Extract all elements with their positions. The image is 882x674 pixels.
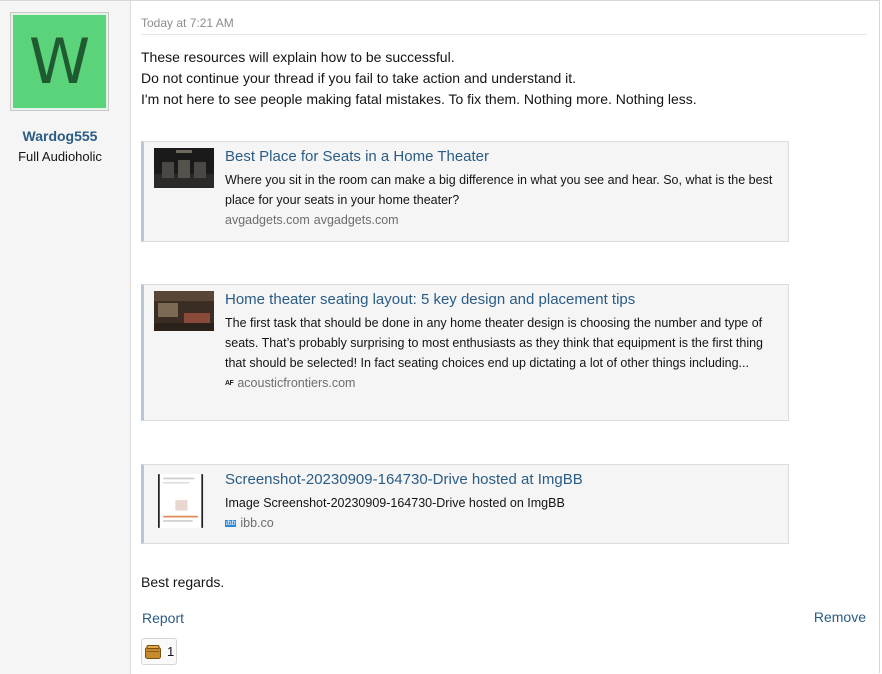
avatar[interactable]: W [11, 13, 108, 110]
card-site-name: acousticfrontiers.com [237, 376, 356, 390]
username-link[interactable]: Wardog555 [0, 128, 120, 144]
imgbb-favicon-icon: ibb [225, 519, 237, 527]
report-link[interactable]: Report [142, 610, 184, 626]
card-site: ibb ibb.co [225, 516, 778, 530]
link-preview-card[interactable]: Screenshot-20230909-164730-Drive hosted … [141, 464, 789, 544]
post-closing: Best regards. [141, 574, 225, 590]
card-content: Home theater seating layout: 5 key desig… [225, 289, 778, 390]
reaction-summary[interactable]: 1 [141, 638, 177, 665]
card-description: Image Screenshot-20230909-164730-Drive h… [225, 496, 565, 510]
link-preview-card[interactable]: Home theater seating layout: 5 key desig… [141, 284, 789, 421]
post-line: I'm not here to see people making fatal … [141, 91, 697, 107]
card-thumbnail [154, 148, 214, 188]
forum-post: W Wardog555 Full Audioholic Today at 7:2… [0, 0, 880, 674]
card-content: Best Place for Seats in a Home Theater W… [225, 146, 778, 227]
reaction-icon [145, 644, 161, 659]
post-body: These resources will explain how to be s… [141, 47, 861, 110]
broken-image-icon: avgadgets.com [225, 213, 310, 227]
link-preview-card[interactable]: Best Place for Seats in a Home Theater W… [141, 141, 789, 242]
avatar-letter: W [28, 25, 91, 98]
post-main: Today at 7:21 AM These resources will ex… [131, 1, 879, 674]
card-thumbnail [158, 474, 204, 528]
post-header: Today at 7:21 AM [141, 14, 867, 35]
card-site: AF acousticfrontiers.com [225, 376, 778, 390]
post-timestamp[interactable]: Today at 7:21 AM [141, 16, 234, 30]
card-site-name: ibb.co [240, 516, 274, 530]
card-description: Where you sit in the room can make a big… [225, 173, 773, 207]
card-site-name: avgadgets.com [313, 213, 399, 227]
reaction-count: 1 [167, 644, 175, 659]
card-title-link[interactable]: Home theater seating layout: 5 key desig… [225, 289, 778, 311]
post-line: Do not continue your thread if you fail … [141, 70, 577, 86]
post-line: These resources will explain how to be s… [141, 49, 455, 65]
user-sidebar: W Wardog555 Full Audioholic [0, 1, 131, 674]
remove-link[interactable]: Remove [814, 609, 866, 625]
card-description: The first task that should be done in an… [225, 316, 764, 370]
card-site: avgadgets.com avgadgets.com [225, 213, 778, 227]
card-thumbnail [154, 291, 214, 331]
card-title-link[interactable]: Screenshot-20230909-164730-Drive hosted … [225, 469, 778, 491]
acousticfrontiers-favicon-icon: AF [225, 379, 234, 387]
card-title-link[interactable]: Best Place for Seats in a Home Theater [225, 146, 778, 168]
card-content: Screenshot-20230909-164730-Drive hosted … [225, 469, 778, 530]
user-title: Full Audioholic [18, 149, 102, 164]
